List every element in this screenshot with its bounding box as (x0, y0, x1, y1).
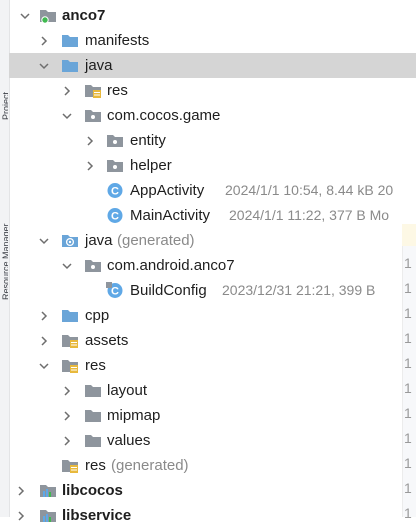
chevron-down-icon[interactable] (37, 353, 51, 378)
chevron-right-icon[interactable] (37, 303, 51, 328)
tree-label: anco7 (62, 7, 106, 24)
svg-text:C: C (111, 186, 119, 198)
svg-text:C: C (111, 286, 119, 298)
chevron-down-icon[interactable] (18, 3, 32, 28)
tree-node-libservice[interactable]: libservice (9, 503, 416, 528)
resource-folder-icon (61, 457, 79, 474)
tree-label: AppActivity (130, 182, 205, 199)
library-module-icon (39, 507, 57, 524)
package-icon (106, 157, 124, 174)
tree-node-helper[interactable]: helper (9, 153, 416, 178)
tree-node-res-java[interactable]: res (9, 78, 416, 103)
tree-node-assets[interactable]: assets (9, 328, 416, 353)
tree-node-com-android-anco7[interactable]: com.android.anco7 (9, 253, 416, 278)
chevron-down-icon[interactable] (37, 53, 51, 78)
tree-node-libcocos[interactable]: libcocos (9, 478, 416, 503)
chevron-down-icon[interactable] (60, 253, 74, 278)
package-icon (84, 257, 102, 274)
tree-node-java-generated[interactable]: java (generated) (9, 228, 416, 253)
tree-node-manifests[interactable]: manifests (9, 28, 416, 53)
chevron-right-icon[interactable] (37, 328, 51, 353)
tree-label: helper (130, 157, 172, 174)
tree-node-res-generated[interactable]: res (generated) (9, 453, 416, 478)
tree-node-java[interactable]: java (9, 53, 416, 78)
module-folder-icon (39, 7, 57, 24)
tree-node-build-config[interactable]: C BuildConfig 2023/12/31 21:21, 399 B (9, 278, 416, 303)
resource-folder-icon (61, 357, 79, 374)
tree-label: MainActivity (130, 207, 211, 224)
tree-label: java (85, 232, 113, 249)
tree-label: manifests (85, 32, 150, 49)
chevron-right-icon[interactable] (60, 78, 74, 103)
chevron-right-icon[interactable] (37, 28, 51, 53)
chevron-right-icon[interactable] (83, 128, 97, 153)
file-meta: 2023/12/31 21:21, 399 B (222, 282, 376, 298)
tree-label: cpp (85, 307, 110, 324)
tree-node-values[interactable]: values (9, 428, 416, 453)
tree-label: entity (130, 132, 166, 149)
tree-node-layout[interactable]: layout (9, 378, 416, 403)
file-meta: 2024/1/1 10:54, 8.44 kB 20 (225, 182, 394, 198)
tree-node-app-activity[interactable]: C AppActivity 2024/1/1 10:54, 8.44 kB 20 (9, 178, 416, 203)
svg-text:C: C (111, 211, 119, 223)
tree-node-entity[interactable]: entity (9, 128, 416, 153)
tree-node-mipmap[interactable]: mipmap (9, 403, 416, 428)
folder-icon (84, 407, 102, 424)
chevron-right-icon[interactable] (60, 428, 74, 453)
side-tab-project[interactable]: Project (1, 60, 8, 120)
tree-label: res (85, 457, 106, 474)
tree-node-cpp[interactable]: cpp (9, 303, 416, 328)
folder-icon (61, 307, 79, 324)
chevron-right-icon[interactable] (14, 478, 28, 503)
side-tab-resource-manager[interactable]: Resource Manager (1, 190, 8, 300)
tree-label: values (107, 432, 151, 449)
tree-node-res[interactable]: res (9, 353, 416, 378)
tree-label: libservice (62, 507, 132, 524)
tree-node-main-activity[interactable]: C MainActivity 2024/1/1 11:22, 377 B Mo (9, 203, 416, 228)
library-module-icon (39, 482, 57, 499)
project-tree: anco7 manifests java res com.cocos.game … (9, 3, 416, 528)
chevron-down-icon[interactable] (60, 103, 74, 128)
tree-node-com-cocos-game[interactable]: com.cocos.game (9, 103, 416, 128)
tree-label: com.cocos.game (107, 107, 221, 124)
package-icon (84, 107, 102, 124)
resource-folder-icon (84, 82, 102, 99)
tree-label-suffix: (generated) (117, 232, 195, 249)
tree-label-suffix: (generated) (111, 457, 189, 474)
class-icon: C (106, 182, 124, 199)
chevron-right-icon[interactable] (14, 503, 28, 528)
folder-icon (84, 382, 102, 399)
tree-label: com.android.anco7 (107, 257, 235, 274)
tree-label: mipmap (107, 407, 161, 424)
chevron-down-icon[interactable] (37, 228, 51, 253)
resource-folder-icon (61, 332, 79, 349)
chevron-right-icon[interactable] (83, 153, 97, 178)
source-folder-icon (61, 57, 79, 74)
tree-node-anco7[interactable]: anco7 (9, 3, 416, 28)
folder-icon (61, 32, 79, 49)
class-locked-icon: C (106, 282, 124, 299)
package-icon (106, 132, 124, 149)
class-icon: C (106, 207, 124, 224)
generated-source-folder-icon (61, 232, 79, 249)
chevron-right-icon[interactable] (60, 378, 74, 403)
folder-icon (84, 432, 102, 449)
tree-label: BuildConfig (130, 282, 207, 299)
tree-label: assets (85, 332, 129, 349)
tree-label: layout (107, 382, 148, 399)
tree-label: java (85, 57, 113, 74)
tree-label: res (85, 357, 106, 374)
chevron-right-icon[interactable] (60, 403, 74, 428)
tree-label: libcocos (62, 482, 123, 499)
tree-label: res (107, 82, 128, 99)
file-meta: 2024/1/1 11:22, 377 B Mo (229, 207, 390, 223)
